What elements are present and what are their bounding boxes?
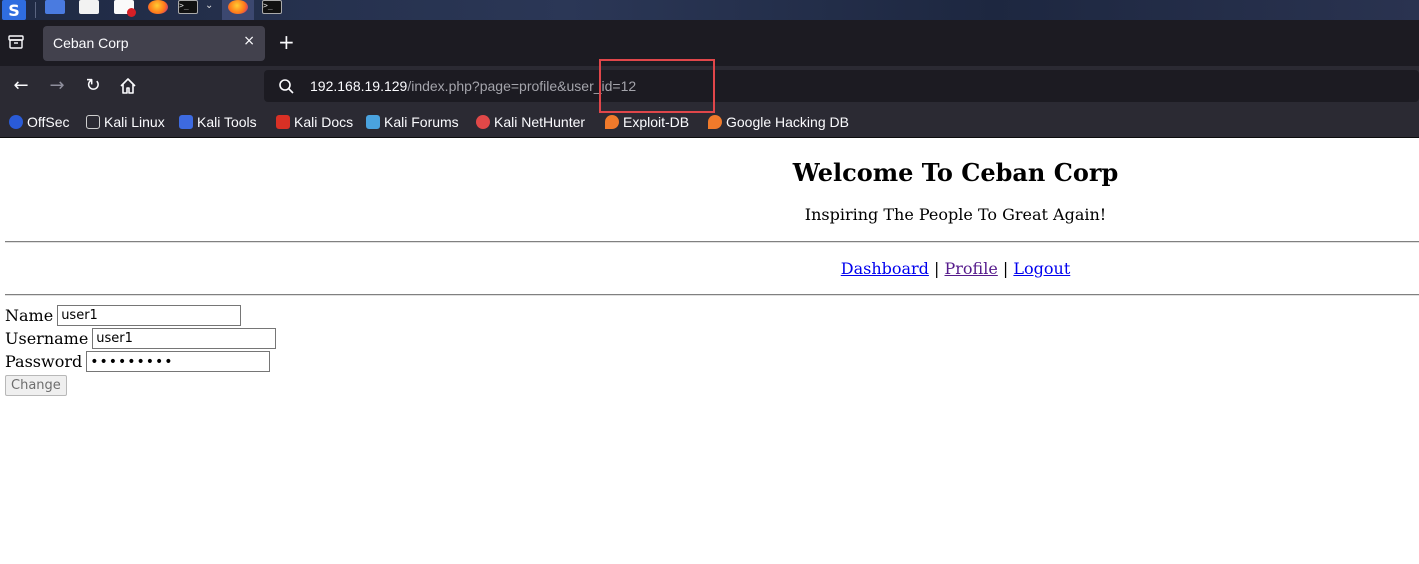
username-label: Username xyxy=(5,329,89,348)
bookmark-label: Kali NetHunter xyxy=(494,114,586,130)
home-icon[interactable] xyxy=(117,75,139,97)
firefox-active-window-icon[interactable] xyxy=(228,0,248,14)
tab-list-icon[interactable] xyxy=(8,35,24,49)
os-taskbar: S >_ ⌄ >_ xyxy=(0,0,1419,20)
taskbar-separator xyxy=(35,2,36,18)
bookmark-kali-tools[interactable]: Kali Tools xyxy=(179,113,257,131)
dashboard-link[interactable]: Dashboard xyxy=(841,259,929,278)
bookmark-kali-linux[interactable]: Kali Linux xyxy=(86,113,165,131)
url-bar[interactable]: 192.168.19.129/index.php?page=profile&us… xyxy=(264,70,1419,102)
password-field[interactable] xyxy=(86,351,271,372)
page-title: Welcome To Ceban Corp xyxy=(792,158,1119,187)
kali-tools-icon xyxy=(179,115,193,129)
offsec-icon xyxy=(9,115,23,129)
page-content: Welcome To Ceban Corp Inspiring The Peop… xyxy=(0,138,1419,564)
kali-menu-icon[interactable]: S xyxy=(2,0,26,20)
files-app-icon[interactable] xyxy=(45,0,65,14)
reload-icon[interactable]: ↻ xyxy=(82,75,104,97)
terminal-window-icon[interactable]: >_ xyxy=(262,0,282,14)
site-nav: Dashboard | Profile | Logout xyxy=(492,259,1419,278)
logout-link[interactable]: Logout xyxy=(1013,259,1070,278)
bookmark-kali-forums[interactable]: Kali Forums xyxy=(366,113,459,131)
bookmark-label: Exploit-DB xyxy=(623,114,690,130)
nav-separator: | xyxy=(1002,259,1009,278)
bookmark-label: Kali Linux xyxy=(104,114,165,130)
bookmark-label: Kali Docs xyxy=(294,114,354,130)
name-label: Name xyxy=(5,306,54,325)
username-row: Username xyxy=(5,327,277,350)
bookmark-label: Google Hacking DB xyxy=(726,114,849,130)
tab-ceban-corp[interactable]: Ceban Corp × xyxy=(43,26,265,61)
divider xyxy=(5,241,1419,243)
ghdb-icon xyxy=(708,115,722,129)
bookmark-kali-docs[interactable]: Kali Docs xyxy=(276,113,353,131)
change-button[interactable]: Change xyxy=(5,375,67,396)
new-tab-button[interactable]: + xyxy=(278,31,295,53)
bookmark-kali-nethunter[interactable]: Kali NetHunter xyxy=(476,113,585,131)
bookmark-label: Kali Tools xyxy=(197,114,257,130)
terminal-app-icon[interactable]: >_ xyxy=(178,0,198,14)
page-header: Welcome To Ceban Corp Inspiring The Peop… xyxy=(492,158,1419,224)
bookmark-label: Kali Forums xyxy=(384,114,459,130)
page-subtitle: Inspiring The People To Great Again! xyxy=(804,205,1107,224)
name-field[interactable] xyxy=(57,305,242,326)
text-editor-app-icon[interactable] xyxy=(114,0,136,17)
tab-title: Ceban Corp xyxy=(53,35,129,51)
url-text[interactable]: 192.168.19.129/index.php?page=profile&us… xyxy=(310,78,636,94)
kali-dragon-icon xyxy=(86,115,100,129)
bookmark-google-hacking-db[interactable]: Google Hacking DB xyxy=(708,113,849,131)
bookmark-label: OffSec xyxy=(27,114,70,130)
kali-docs-icon xyxy=(276,115,290,129)
kali-forums-icon xyxy=(366,115,380,129)
close-icon[interactable]: × xyxy=(243,33,255,49)
profile-form: Name Username Password Change xyxy=(5,304,277,396)
bookmark-exploit-db[interactable]: Exploit-DB xyxy=(605,113,689,131)
exploit-db-icon xyxy=(605,115,619,129)
chevron-down-icon[interactable]: ⌄ xyxy=(205,0,213,11)
url-parameter-highlight xyxy=(599,59,715,113)
back-arrow-icon[interactable]: ← xyxy=(10,75,32,97)
profile-link[interactable]: Profile xyxy=(945,259,998,278)
bookmark-offsec[interactable]: OffSec xyxy=(9,113,70,131)
folder-app-icon[interactable] xyxy=(79,0,99,14)
password-label: Password xyxy=(5,352,83,371)
firefox-app-icon[interactable] xyxy=(148,0,168,14)
password-row: Password xyxy=(5,350,276,373)
nethunter-icon xyxy=(476,115,490,129)
divider xyxy=(5,294,1419,296)
name-row: Name xyxy=(5,304,276,327)
search-icon xyxy=(279,79,294,94)
username-field[interactable] xyxy=(92,328,277,349)
forward-arrow-icon[interactable]: → xyxy=(46,75,68,97)
nav-separator: | xyxy=(934,259,940,278)
url-host: 192.168.19.129 xyxy=(310,78,408,94)
